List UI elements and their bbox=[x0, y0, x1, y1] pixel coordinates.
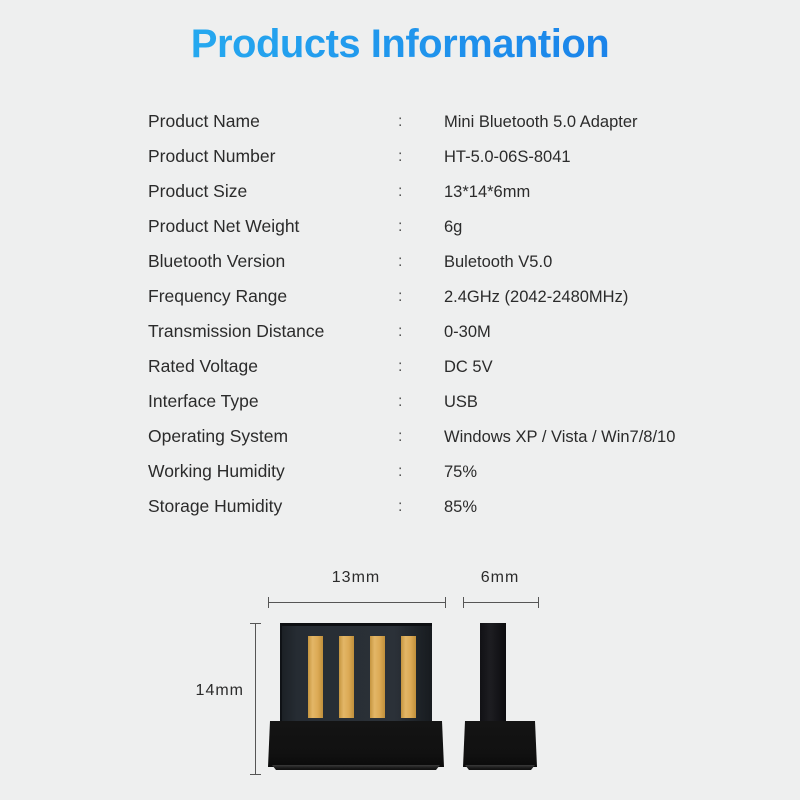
table-row: Product Size : 13*14*6mm bbox=[148, 174, 748, 209]
spec-value: Windows XP / Vista / Win7/8/10 bbox=[444, 428, 676, 446]
spec-value: DC 5V bbox=[444, 358, 493, 376]
spec-value: 0-30M bbox=[444, 323, 491, 341]
product-dimension-diagram: 13mm 6mm 14mm bbox=[0, 555, 800, 800]
table-row: Rated Voltage : DC 5V bbox=[148, 349, 748, 384]
dimension-line-width bbox=[268, 597, 446, 608]
table-row: Storage Humidity : 85% bbox=[148, 489, 748, 524]
usb-contact-pin bbox=[308, 636, 323, 718]
usb-adapter-body bbox=[268, 721, 444, 767]
usb-contact-plate bbox=[280, 623, 432, 723]
spec-separator: : bbox=[398, 358, 403, 375]
spec-separator: : bbox=[398, 393, 403, 410]
table-row: Working Humidity : 75% bbox=[148, 454, 748, 489]
spec-value: 75% bbox=[444, 463, 478, 481]
spec-separator: : bbox=[398, 218, 403, 235]
usb-contact-pin bbox=[339, 636, 354, 718]
spec-label: Product Name bbox=[148, 111, 260, 131]
dimension-label-height: 14mm bbox=[195, 682, 244, 699]
spec-separator: : bbox=[398, 253, 403, 270]
page-title: Products Informantion bbox=[0, 22, 800, 67]
spec-label: Interface Type bbox=[148, 391, 259, 411]
table-row: Frequency Range : 2.4GHz (2042-2480MHz) bbox=[148, 279, 748, 314]
usb-adapter-body-side bbox=[463, 721, 537, 767]
dimension-label-width: 13mm bbox=[331, 569, 381, 586]
table-row: Product Number : HT-5.0-06S-8041 bbox=[148, 139, 748, 174]
usb-connector-side-profile bbox=[480, 623, 506, 725]
spec-label: Product Net Weight bbox=[148, 216, 300, 236]
spec-label: Bluetooth Version bbox=[148, 251, 286, 271]
table-row: Product Net Weight : 6g bbox=[148, 209, 748, 244]
usb-adapter-base-edge bbox=[272, 765, 440, 770]
spec-label: Frequency Range bbox=[148, 286, 288, 306]
spec-value: Mini Bluetooth 5.0 Adapter bbox=[444, 113, 638, 131]
spec-separator: : bbox=[398, 498, 403, 515]
spec-label: Working Humidity bbox=[148, 461, 285, 481]
table-row: Transmission Distance : 0-30M bbox=[148, 314, 748, 349]
spec-label: Rated Voltage bbox=[148, 356, 258, 376]
spec-separator: : bbox=[398, 463, 403, 480]
spec-label: Transmission Distance bbox=[148, 321, 325, 341]
spec-value: USB bbox=[444, 393, 478, 411]
spec-label: Operating System bbox=[148, 426, 289, 446]
table-row: Product Name : Mini Bluetooth 5.0 Adapte… bbox=[148, 104, 748, 139]
table-row: Operating System : Windows XP / Vista / … bbox=[148, 419, 748, 454]
spec-separator: : bbox=[398, 323, 403, 340]
spec-separator: : bbox=[398, 183, 403, 200]
spec-value: HT-5.0-06S-8041 bbox=[444, 148, 571, 166]
usb-contact-pin bbox=[370, 636, 385, 718]
usb-adapter-base-edge-side bbox=[465, 765, 535, 770]
usb-contact-pin bbox=[401, 636, 416, 718]
spec-value: 6g bbox=[444, 218, 463, 236]
spec-separator: : bbox=[398, 428, 403, 445]
table-row: Bluetooth Version : Buletooth V5.0 bbox=[148, 244, 748, 279]
usb-adapter-side-view bbox=[463, 623, 537, 773]
spec-value: Buletooth V5.0 bbox=[444, 253, 553, 271]
spec-separator: : bbox=[398, 113, 403, 130]
dimension-line-height bbox=[250, 623, 261, 775]
spec-label: Product Size bbox=[148, 181, 248, 201]
dimension-line-depth bbox=[463, 597, 539, 608]
product-spec-table: Product Name : Mini Bluetooth 5.0 Adapte… bbox=[148, 104, 748, 524]
table-row: Interface Type : USB bbox=[148, 384, 748, 419]
spec-label: Product Number bbox=[148, 146, 276, 166]
usb-adapter-front-view bbox=[268, 623, 444, 773]
spec-label: Storage Humidity bbox=[148, 496, 283, 516]
spec-value: 2.4GHz (2042-2480MHz) bbox=[444, 288, 629, 306]
dimension-label-depth: 6mm bbox=[480, 569, 520, 586]
spec-value: 85% bbox=[444, 498, 478, 516]
spec-separator: : bbox=[398, 148, 403, 165]
spec-separator: : bbox=[398, 288, 403, 305]
spec-value: 13*14*6mm bbox=[444, 183, 531, 201]
